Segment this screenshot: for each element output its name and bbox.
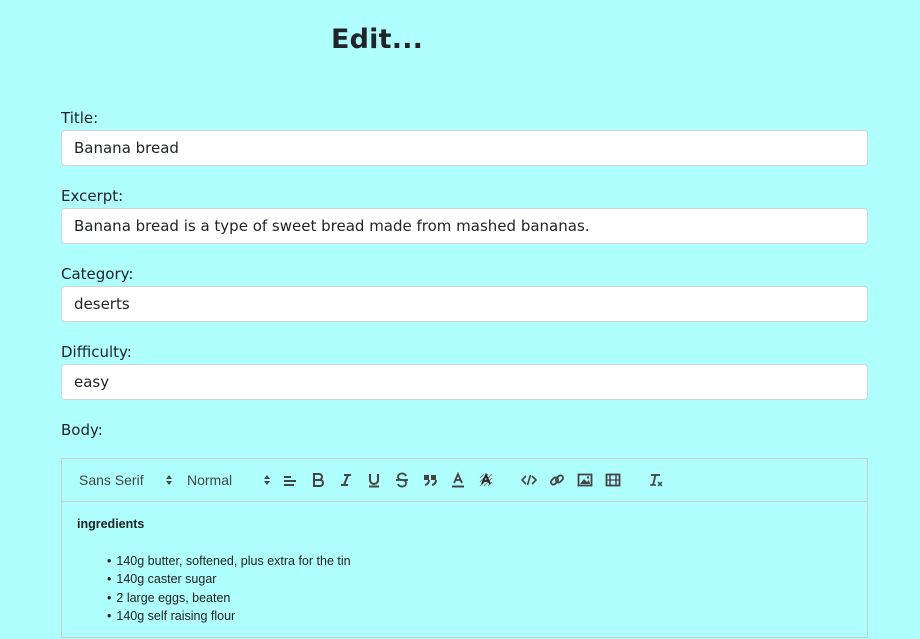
ingredients-list: 140g butter, softened, plus extra for th… — [77, 552, 852, 626]
list-item: 2 large eggs, beaten — [107, 589, 852, 608]
blockquote-icon — [424, 475, 437, 486]
link-icon — [550, 474, 564, 486]
difficulty-label: Difficulty: — [61, 343, 132, 361]
bold-icon — [313, 473, 324, 487]
align-icon — [284, 476, 296, 486]
background-color-button[interactable] — [476, 470, 496, 490]
category-label: Category: — [61, 265, 134, 283]
list-item: 140g caster sugar — [107, 570, 852, 589]
list-item: 140g butter, softened, plus extra for th… — [107, 552, 852, 571]
font-size-select[interactable]: Normal — [187, 470, 271, 490]
bold-button[interactable] — [308, 470, 328, 490]
strike-button[interactable] — [392, 470, 412, 490]
link-button[interactable] — [547, 470, 567, 490]
align-button[interactable] — [280, 470, 300, 490]
title-input[interactable] — [61, 130, 868, 166]
background-color-icon — [479, 472, 493, 487]
italic-icon — [341, 474, 351, 486]
page-title: Edit... — [331, 24, 424, 55]
excerpt-input[interactable] — [61, 208, 868, 244]
difficulty-input[interactable] — [61, 364, 868, 400]
rich-text-editor: Sans Serif Normal ingredients • 140g but… — [61, 458, 868, 638]
image-icon — [577, 473, 593, 487]
font-family-value: Sans Serif — [79, 472, 144, 488]
clear-format-button[interactable] — [646, 470, 666, 490]
editor-content[interactable]: ingredients 140g butter, softened, plus … — [62, 502, 867, 639]
title-label: Title: — [61, 109, 99, 127]
code-icon — [521, 474, 537, 486]
font-size-value: Normal — [187, 472, 233, 488]
excerpt-label: Excerpt: — [61, 187, 124, 205]
font-color-icon — [452, 472, 464, 488]
video-button[interactable] — [603, 470, 623, 490]
editor-toolbar: Sans Serif Normal — [62, 459, 867, 502]
italic-button[interactable] — [336, 470, 356, 490]
strike-icon — [396, 472, 408, 488]
select-arrows-icon — [264, 475, 270, 485]
category-input[interactable] — [61, 286, 868, 322]
underline-button[interactable] — [364, 470, 384, 490]
font-color-button[interactable] — [448, 470, 468, 490]
editor-heading: ingredients — [77, 517, 145, 531]
clear-format-icon — [650, 474, 663, 487]
code-button[interactable] — [519, 470, 539, 490]
font-family-select[interactable]: Sans Serif — [79, 470, 173, 490]
list-item: 140g self raising flour — [107, 607, 852, 626]
video-icon — [605, 473, 621, 487]
select-arrows-icon — [166, 475, 172, 485]
image-button[interactable] — [575, 470, 595, 490]
underline-icon — [369, 474, 379, 488]
body-label: Body: — [61, 421, 103, 439]
blockquote-button[interactable] — [420, 470, 440, 490]
